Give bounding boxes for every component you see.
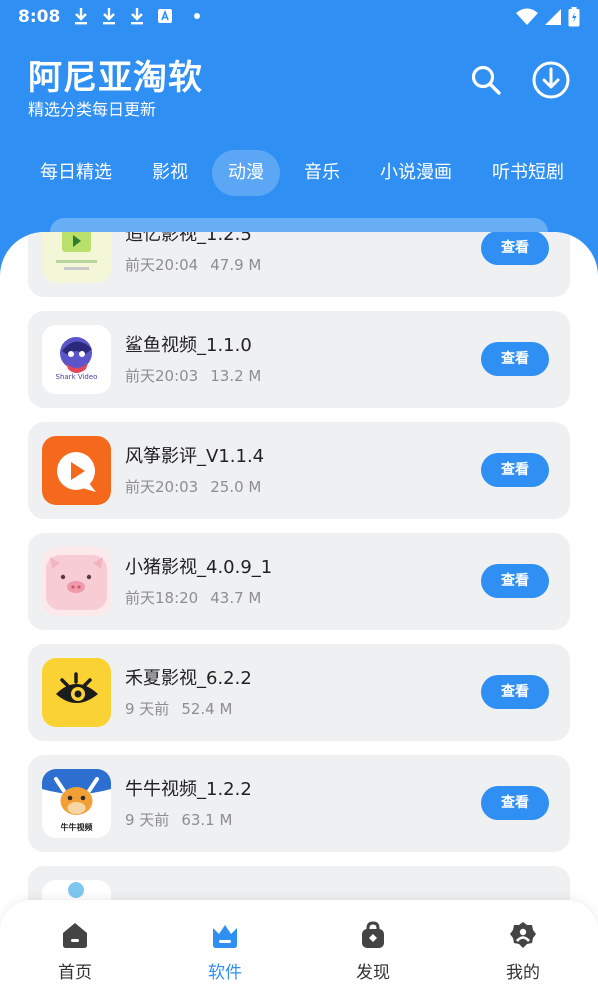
bag-icon bbox=[362, 921, 384, 948]
app-time: 前天18:20 bbox=[125, 589, 199, 607]
download-notification-icon bbox=[131, 8, 143, 25]
app-name: 小猪影视_4.0.9_1 bbox=[125, 557, 273, 578]
download-button[interactable] bbox=[529, 58, 573, 102]
app-icon: 牛牛视频 bbox=[42, 769, 111, 838]
category-tabs: 每日精选 影视 动漫 音乐 小说漫画 听书短剧 bbox=[24, 150, 588, 196]
nav-discover-label: 发现 bbox=[356, 963, 390, 983]
list-item[interactable]: 风筝影评_V1.1.4 前天20:03 25.0 M 查看 bbox=[28, 422, 570, 519]
niuniu-logo-text: 牛牛视频 bbox=[61, 822, 93, 832]
battery-icon bbox=[568, 7, 580, 27]
more-notifications-dot bbox=[194, 13, 200, 19]
download-notification-icon bbox=[103, 8, 115, 25]
nav-discover[interactable]: 发现 bbox=[323, 920, 423, 984]
tab-video[interactable]: 影视 bbox=[136, 150, 204, 196]
shark-logo-text: Shark Video bbox=[56, 373, 98, 381]
list-item[interactable]: 追忆影视_1.2.5 前天20:04 47.9 M 查看 bbox=[28, 232, 570, 297]
app-meta: 前天18:20 43.7 M bbox=[125, 587, 261, 608]
kite-review-icon bbox=[42, 436, 111, 505]
app-time: 前天20:04 bbox=[125, 256, 199, 274]
app-time: 9 天前 bbox=[125, 700, 170, 718]
app-icon bbox=[42, 547, 111, 616]
tab-anime[interactable]: 动漫 bbox=[212, 150, 280, 196]
view-button[interactable]: 查看 bbox=[481, 675, 549, 709]
status-time: 8:08 bbox=[18, 7, 61, 27]
list-item[interactable]: 禾夏影视_6.2.2 9 天前 52.4 M 查看 bbox=[28, 644, 570, 741]
app-meta: 前天20:04 47.9 M bbox=[125, 254, 261, 275]
app-time: 前天20:03 bbox=[125, 478, 199, 496]
keyboard-a-icon bbox=[158, 9, 172, 23]
tab-music[interactable]: 音乐 bbox=[288, 150, 356, 196]
app-size: 43.7 M bbox=[210, 589, 262, 607]
download-notification-icon bbox=[75, 8, 87, 25]
bottom-navigation: 首页 软件 发现 我的 bbox=[0, 900, 598, 998]
tab-novels-comics[interactable]: 小说漫画 bbox=[364, 150, 468, 196]
system-icons bbox=[516, 7, 580, 27]
view-button[interactable]: 查看 bbox=[481, 564, 549, 598]
view-button[interactable]: 查看 bbox=[481, 342, 549, 376]
tab-audiobooks-shorts[interactable]: 听书短剧 bbox=[476, 150, 580, 196]
nav-software[interactable]: 软件 bbox=[175, 920, 275, 984]
profile-icon bbox=[510, 922, 536, 948]
crown-icon bbox=[213, 925, 237, 948]
app-size: 52.4 M bbox=[181, 700, 233, 718]
search-button[interactable] bbox=[464, 58, 508, 102]
app-name: 追忆影视_1.2.5 bbox=[125, 232, 252, 245]
app-size: 25.0 M bbox=[210, 478, 262, 496]
app-icon bbox=[42, 232, 111, 283]
app-meta: 9 天前 63.1 M bbox=[125, 809, 232, 830]
niuniu-video-icon: 牛牛视频 bbox=[42, 769, 111, 838]
hexia-video-icon bbox=[42, 658, 111, 727]
piglet-video-icon bbox=[42, 547, 111, 616]
nav-home-label: 首页 bbox=[58, 963, 92, 983]
app-icon bbox=[42, 658, 111, 727]
app-time: 前天20:03 bbox=[125, 367, 199, 385]
list-item[interactable]: 小猪影视_4.0.9_1 前天18:20 43.7 M 查看 bbox=[28, 533, 570, 630]
app-name: 禾夏影视_6.2.2 bbox=[125, 668, 252, 689]
app-size: 13.2 M bbox=[210, 367, 262, 385]
download-icon bbox=[532, 61, 570, 99]
nav-profile[interactable]: 我的 bbox=[473, 920, 573, 984]
wifi-icon bbox=[516, 8, 538, 25]
nav-home[interactable]: 首页 bbox=[25, 920, 125, 984]
app-icon bbox=[42, 436, 111, 505]
app-icon: Shark Video bbox=[42, 325, 111, 394]
app-subtitle: 精选分类每日更新 bbox=[28, 100, 157, 119]
home-icon bbox=[63, 923, 87, 948]
view-button[interactable]: 查看 bbox=[481, 786, 549, 820]
app-time: 9 天前 bbox=[125, 811, 170, 829]
content-sheet: 追忆影视_1.2.5 前天20:04 47.9 M 查看 Shark Video … bbox=[0, 232, 598, 998]
search-icon bbox=[471, 65, 501, 95]
shark-video-icon: Shark Video bbox=[42, 325, 111, 394]
app-meta: 前天20:03 25.0 M bbox=[125, 476, 261, 497]
signal-icon bbox=[545, 9, 561, 25]
nav-profile-label: 我的 bbox=[506, 963, 540, 983]
app-title: 阿尼亚淘软 bbox=[28, 58, 203, 98]
app-name: 鲨鱼视频_1.1.0 bbox=[125, 335, 252, 356]
app-meta: 前天20:03 13.2 M bbox=[125, 365, 261, 386]
app-name: 牛牛视频_1.2.2 bbox=[125, 779, 252, 800]
tab-daily-picks[interactable]: 每日精选 bbox=[24, 150, 128, 196]
view-button[interactable]: 查看 bbox=[481, 232, 549, 265]
view-button[interactable]: 查看 bbox=[481, 453, 549, 487]
nav-software-label: 软件 bbox=[208, 963, 242, 983]
notification-icons bbox=[72, 6, 200, 26]
status-bar: 8:08 bbox=[0, 0, 598, 34]
memory-video-icon bbox=[42, 232, 111, 283]
app-name: 风筝影评_V1.1.4 bbox=[125, 446, 265, 467]
list-item[interactable]: Shark Video 鲨鱼视频_1.1.0 前天20:03 13.2 M 查看 bbox=[28, 311, 570, 408]
list-item[interactable]: 牛牛视频 牛牛视频_1.2.2 9 天前 63.1 M 查看 bbox=[28, 755, 570, 852]
app-size: 63.1 M bbox=[181, 811, 233, 829]
app-size: 47.9 M bbox=[210, 256, 262, 274]
app-meta: 9 天前 52.4 M bbox=[125, 698, 232, 719]
